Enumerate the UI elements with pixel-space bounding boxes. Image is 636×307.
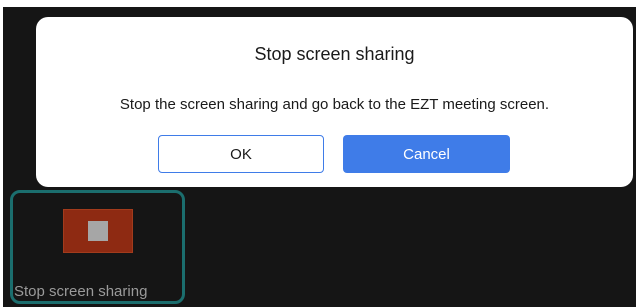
stop-square: [88, 221, 108, 241]
stop-icon: [63, 209, 133, 253]
dialog-title: Stop screen sharing: [254, 44, 415, 64]
stop-screen-sharing-button[interactable]: Stop screen sharing: [10, 190, 185, 304]
dialog-message: Stop the screen sharing and go back to t…: [119, 96, 550, 113]
meeting-screen: Stop screen sharing Stop the screen shar…: [3, 7, 636, 307]
stop-sharing-dialog: Stop screen sharing Stop the screen shar…: [36, 17, 633, 187]
cancel-button[interactable]: Cancel: [343, 135, 510, 173]
stop-sharing-label: Stop screen sharing: [14, 283, 148, 300]
ok-button[interactable]: OK: [158, 135, 324, 173]
